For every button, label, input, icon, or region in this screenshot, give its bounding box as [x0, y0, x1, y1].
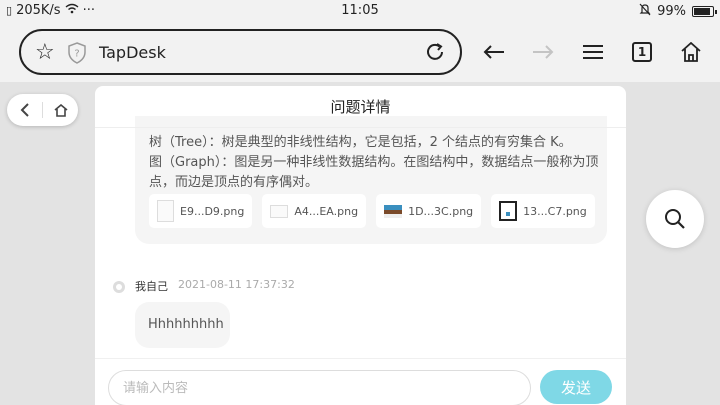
attachment-name: A4...EA.png [294, 204, 359, 218]
attachment-item[interactable]: 13...C7.png [491, 194, 595, 228]
home-icon [53, 103, 68, 117]
image-thumbnail-icon [384, 204, 403, 218]
page-home-button[interactable] [43, 94, 78, 126]
image-thumbnail-icon [499, 201, 518, 221]
message-text: 树（Tree）：树是典型的非线性结构，它是包括，2 个结点的有穷集合 K。 图（… [149, 133, 609, 193]
mute-icon [639, 3, 651, 20]
address-bar[interactable]: ☆ ? TapDesk [19, 29, 462, 75]
back-button[interactable] [477, 35, 511, 69]
reply-author: 我自己 [135, 280, 168, 293]
shield-icon[interactable]: ? [67, 42, 87, 64]
attachment-name: E9...D9.png [180, 204, 245, 218]
reply-timestamp: 2021-08-11 17:37:32 [178, 278, 295, 291]
page-back-button[interactable] [7, 94, 42, 126]
floating-search-button[interactable] [646, 190, 704, 248]
url-text[interactable]: TapDesk [99, 43, 166, 62]
message-line-tree: 树（Tree）：树是典型的非线性结构，它是包括，2 个结点的有穷集合 K。 [149, 135, 572, 150]
attachment-item[interactable]: E9...D9.png [149, 194, 253, 228]
reload-icon[interactable] [424, 41, 446, 63]
attachment-item[interactable]: A4...EA.png [262, 194, 367, 228]
battery-icon [692, 6, 717, 17]
forward-button[interactable] [526, 35, 560, 69]
attachment-name: 13...C7.png [523, 204, 587, 218]
search-icon [665, 209, 685, 229]
send-button[interactable]: 发送 [540, 370, 612, 404]
clock: 11:05 [341, 3, 379, 18]
attachment-list: E9...D9.png A4...EA.png 1D...3C.png 13..… [149, 194, 595, 228]
attachment-item[interactable]: 1D...3C.png [376, 194, 482, 228]
menu-button[interactable] [576, 35, 610, 69]
message-input[interactable] [108, 370, 531, 405]
tabs-button[interactable]: 1 [625, 35, 659, 69]
timeline-dot-icon [113, 281, 125, 293]
chevron-left-icon [20, 103, 29, 117]
file-thumbnail-icon [157, 200, 174, 222]
status-bar: ▯ 205K/s ··· 11:05 99% [0, 0, 720, 22]
attachment-name: 1D...3C.png [408, 204, 474, 218]
message-input-bar: 发送 [95, 358, 626, 405]
tab-count: 1 [632, 42, 652, 62]
file-thumbnail-icon [270, 204, 289, 218]
home-button[interactable] [674, 35, 708, 69]
svg-text:?: ? [74, 49, 79, 60]
page-nav-pill [7, 94, 78, 126]
page-title: 问题详情 [95, 86, 626, 128]
browser-toolbar: ☆ ? TapDesk 1 [0, 22, 720, 82]
battery-percent: 99% [657, 4, 686, 19]
reply-message: Hhhhhhhhh [135, 302, 230, 348]
message-line-graph: 图（Graph）：图是另一种非线性数据结构。在图结构中，数据结点一般称为顶点，而… [149, 155, 599, 190]
star-icon[interactable]: ☆ [35, 40, 55, 65]
